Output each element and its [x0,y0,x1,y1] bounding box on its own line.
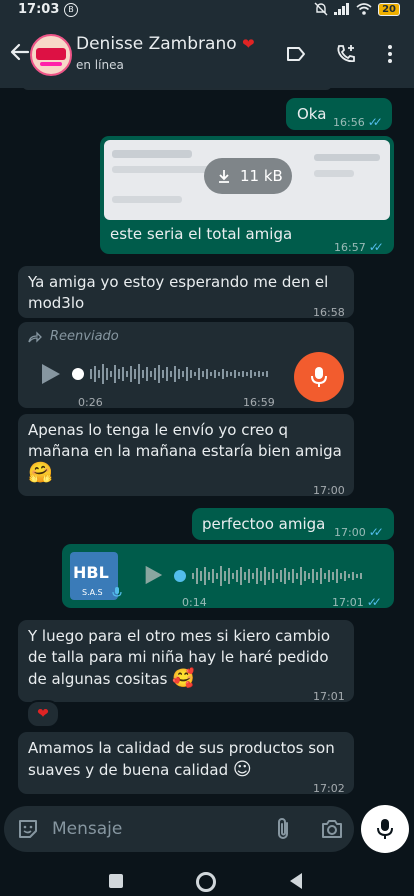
system-nav-bar [0,862,414,896]
voice-duration: 0:14 [182,596,207,609]
status-time: 17:03 [18,2,60,17]
message-text: Apenas lo tenga le envío yo creo q mañan… [28,421,342,460]
microphone-icon [311,367,327,387]
hbl-logo-text: HBL [73,563,109,582]
read-ticks-icon: ✓✓ [366,595,382,609]
label-tag-icon[interactable] [284,42,308,66]
contact-status: en línea [76,58,124,72]
voice-record-button[interactable] [361,805,409,853]
voice-sender-avatar[interactable] [294,352,344,402]
wifi-icon [356,3,372,15]
message-text: Ya amiga yo estoy esperando me den el mo… [28,273,329,312]
message-text: perfectoo amiga [202,515,326,533]
message-bubble-in[interactable]: Y luego para el otro mes si kiero cambio… [18,620,354,703]
message-meta: 17:00 [313,484,345,497]
message-input[interactable]: Mensaje [52,819,122,839]
signal-icon [334,3,350,15]
smiling-hearts-emoji: 🥰 [172,668,195,689]
voice-waveform[interactable] [174,562,374,590]
mute-bell-icon [314,2,328,16]
more-options-icon[interactable] [378,42,402,66]
hbl-avatar[interactable]: HBL S.A.S [70,552,118,600]
forwarded-label: Reenviado [50,329,119,344]
voice-waveform[interactable] [72,360,272,388]
message-meta: 17:02 [313,782,345,795]
hbl-logo-sub: S.A.S [82,588,103,597]
file-preview-image[interactable]: 11 kB [104,140,390,220]
voice-message-bubble-out[interactable]: HBL S.A.S 0:14 17:01 ✓✓ [62,544,394,609]
message-meta: 17:01 [313,690,345,703]
message-meta: 17:01 ✓✓ [332,595,382,609]
contact-avatar[interactable] [30,34,72,76]
microphone-icon [377,819,393,839]
reaction-badge[interactable]: ❤ [26,700,60,728]
file-size: 11 kB [240,167,283,185]
camera-icon[interactable] [320,818,344,840]
message-meta: 16:56 ✓✓ [333,115,383,129]
message-meta: 17:00 ✓✓ [334,525,384,539]
message-text: Y luego para el otro mes si kiero cambio… [28,627,331,689]
message-meta: 16:58 [313,306,345,319]
message-meta: 16:59 [243,396,275,409]
hugging-emoji: 🤗 [28,460,53,484]
message-composer[interactable]: Mensaje [4,806,354,852]
battery-icon: 20 [378,2,400,16]
back-nav-button[interactable] [288,872,304,890]
voice-duration: 0:26 [78,396,103,409]
voice-message-bubble[interactable]: Reenviado 0:26 16:59 [18,322,354,409]
status-bar: 17:03 B 20 [0,0,414,22]
message-bubble-in[interactable]: Ya amiga yo estoy esperando me den el mo… [18,266,354,319]
play-icon[interactable] [38,362,62,386]
contact-name[interactable]: Denisse Zambrano ❤ [76,34,255,54]
message-meta: 16:57 ✓✓ [334,240,384,254]
download-button[interactable]: 11 kB [204,158,292,194]
sticker-icon[interactable] [16,817,40,841]
smiling-emoji: ☺ [232,759,252,780]
message-text: Amamos la calidad de sus productos son s… [28,739,335,780]
message-text: Oka [297,105,327,123]
message-bubble-in[interactable]: Amamos la calidad de sus productos son s… [18,732,354,795]
heart-emoji: ❤ [242,35,255,53]
recents-button[interactable] [109,874,123,888]
download-icon [219,170,229,183]
home-button[interactable] [196,872,216,892]
add-call-icon[interactable] [334,42,358,66]
attach-paperclip-icon[interactable] [272,817,294,841]
forward-arrow-icon [28,331,42,343]
small-mic-icon [112,587,122,597]
message-bubble-out[interactable]: perfectoo amiga 17:00 ✓✓ [192,508,394,540]
status-b-icon: B [64,3,78,17]
play-icon[interactable] [142,564,164,586]
chat-header: Denisse Zambrano ❤ en línea [0,22,414,88]
read-ticks-icon: ✓✓ [368,240,384,254]
message-list[interactable]: Oka 16:56 ✓✓ 11 kB este seria el total am… [0,88,414,800]
read-ticks-icon: ✓✓ [368,525,384,539]
file-message-bubble[interactable]: 11 kB este seria el total amiga 16:57 ✓✓ [100,136,394,254]
message-bubble-in[interactable]: Apenas lo tenga le envío yo creo q mañan… [18,414,354,497]
file-caption: este seria el total amiga [110,225,293,243]
message-bubble-partial [22,88,332,90]
read-ticks-icon: ✓✓ [367,115,383,129]
message-bubble-out[interactable]: Oka 16:56 ✓✓ [286,98,392,130]
